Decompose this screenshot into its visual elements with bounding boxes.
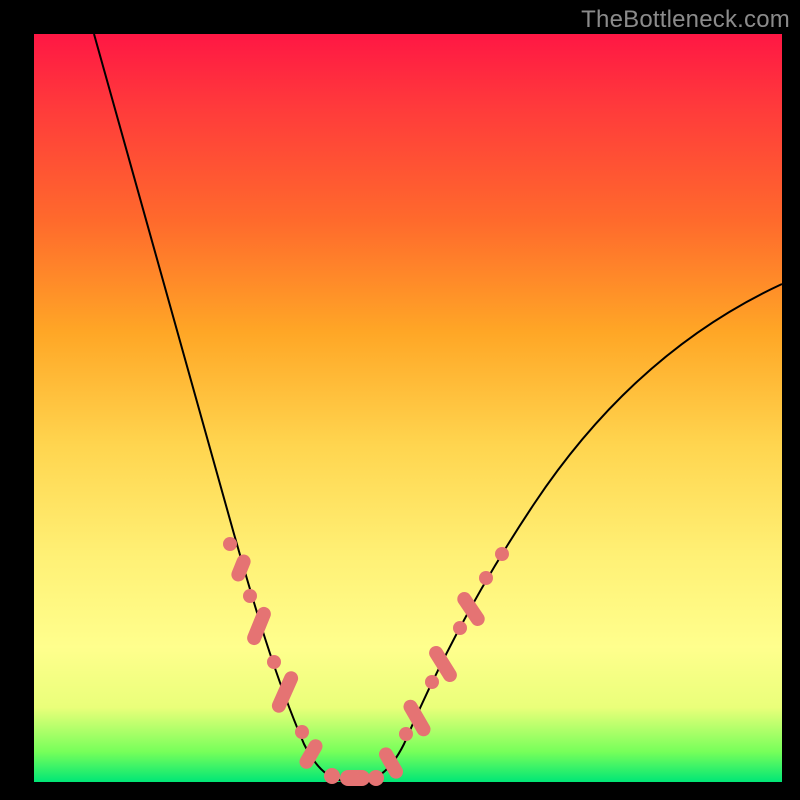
highlight-dot [295,725,309,739]
highlight-pill [340,770,370,786]
highlight-dot [495,547,509,561]
highlight-dot [479,571,493,585]
highlight-dot [267,655,281,669]
chart-frame: TheBottleneck.com [0,0,800,800]
highlight-dot [425,675,439,689]
highlight-dot [453,621,467,635]
highlight-pill [229,552,252,583]
bottleneck-curve-svg [34,34,782,782]
watermark-text: TheBottleneck.com [581,6,790,34]
highlight-dot [223,537,237,551]
highlight-dot [399,727,413,741]
plot-area [34,34,782,782]
highlight-pill [297,737,325,772]
highlight-dot [243,589,257,603]
highlight-pill [245,605,273,647]
highlight-pill [270,669,301,715]
highlight-dot [324,768,340,784]
bottleneck-curve [94,34,782,782]
highlight-dot [368,770,384,786]
